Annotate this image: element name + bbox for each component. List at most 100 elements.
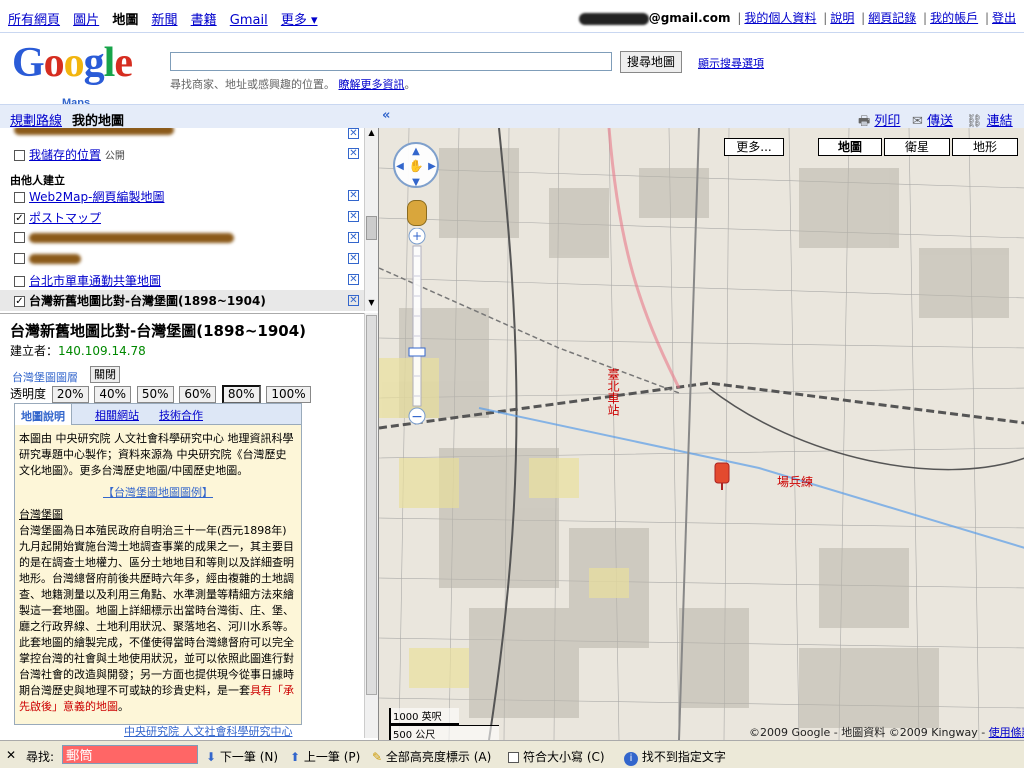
- checkbox-checked[interactable]: ✓: [14, 296, 25, 307]
- send-action[interactable]: ✉ 傳送: [912, 110, 953, 129]
- list-item[interactable]: 台北市單車通勤共筆地圖: [14, 272, 161, 290]
- list-item[interactable]: [14, 251, 81, 269]
- search-input[interactable]: [170, 52, 612, 71]
- checkbox[interactable]: [508, 752, 519, 763]
- institution-link[interactable]: 中央研究院 人文社會科學研究中心: [124, 723, 293, 739]
- tab-tech-cooperation[interactable]: 技術合作: [159, 407, 203, 423]
- nav-images[interactable]: 圖片: [73, 13, 99, 28]
- map-title[interactable]: 台灣新舊地圖比對-台灣堡圖(1898~1904): [29, 294, 266, 308]
- scroll-down-icon[interactable]: ▼: [366, 298, 377, 310]
- zoom-thumb[interactable]: [408, 347, 426, 357]
- email-suffix: @gmail.com: [648, 11, 731, 25]
- scrollbar-thumb[interactable]: [366, 315, 377, 695]
- list-item[interactable]: Web2Map-網頁編製地圖: [14, 188, 164, 206]
- remove-icon[interactable]: ✕: [348, 211, 359, 222]
- remove-icon[interactable]: ✕: [348, 128, 359, 139]
- map-canvas[interactable]: 臺北車站 場兵練 更多... 地圖 衛星 地形 ▲ ▼ ◀ ▶ ✋ + − 10…: [378, 128, 1024, 740]
- checkbox[interactable]: [14, 253, 25, 264]
- opacity-100-button[interactable]: 100%: [266, 386, 311, 403]
- pan-right-icon[interactable]: ▶: [428, 161, 436, 172]
- opacity-40-button[interactable]: 40%: [94, 386, 132, 403]
- list-item[interactable]: [14, 128, 174, 140]
- google-maps-logo[interactable]: Google Maps: [12, 42, 133, 109]
- tab-map-description[interactable]: 地圖說明: [15, 404, 72, 426]
- search-maps-button[interactable]: 搜尋地圖: [620, 51, 683, 73]
- print-link[interactable]: 列印: [874, 114, 900, 129]
- terms-link[interactable]: 使用條款: [989, 726, 1024, 739]
- close-find-icon[interactable]: ✕: [6, 748, 16, 762]
- zoom-in-icon[interactable]: +: [412, 229, 422, 243]
- checkbox[interactable]: [14, 192, 25, 203]
- zoom-slider[interactable]: + −: [407, 228, 427, 428]
- profile-link[interactable]: 我的個人資料: [744, 11, 816, 25]
- pegman-icon[interactable]: [407, 200, 427, 226]
- legend-link[interactable]: 【台灣堡圖地圖圖例】: [19, 485, 297, 501]
- scrollbar-thumb[interactable]: [366, 216, 377, 240]
- highlight-all-button[interactable]: ✎ 全部高亮度標示 (A): [372, 748, 491, 765]
- checkbox-checked[interactable]: ✓: [14, 213, 25, 224]
- pan-control[interactable]: ▲ ▼ ◀ ▶ ✋: [391, 140, 441, 190]
- match-case-toggle[interactable]: 符合大小寫 (C): [508, 748, 605, 765]
- remove-icon[interactable]: ✕: [348, 148, 359, 159]
- nav-books[interactable]: 書籍: [191, 13, 217, 28]
- list-scrollbar[interactable]: ▲ ▼: [364, 128, 378, 311]
- close-layer-button[interactable]: 關閉: [90, 366, 120, 383]
- list-item[interactable]: ✓ ポストマップ: [14, 209, 101, 227]
- account-link[interactable]: 我的帳戶: [930, 11, 978, 25]
- map-link[interactable]: 台北市單車通勤共筆地圖: [29, 274, 161, 288]
- nav-maps[interactable]: 地圖: [112, 13, 138, 28]
- tab-directions[interactable]: 規劃路線: [10, 110, 62, 129]
- description-intro: 本圖由 中央研究院 人文社會科學研究中心 地理資訊科學研究專題中心製作；資料來源…: [19, 432, 294, 477]
- send-link[interactable]: 傳送: [927, 114, 953, 129]
- historic-map-tiles[interactable]: 臺北車站 場兵練: [379, 128, 1024, 740]
- map-type-terrain[interactable]: 地形: [952, 138, 1018, 156]
- nav-news[interactable]: 新聞: [151, 13, 177, 28]
- remove-icon[interactable]: ✕: [348, 232, 359, 243]
- selected-map-row[interactable]: ✓ 台灣新舊地圖比對-台灣堡圖(1898~1904): [0, 290, 364, 311]
- remove-icon[interactable]: ✕: [348, 190, 359, 201]
- nav-more[interactable]: 更多 ▾: [281, 13, 318, 28]
- link-action[interactable]: ⛓ 連結: [966, 110, 1013, 129]
- remove-icon[interactable]: ✕: [348, 253, 359, 264]
- nav-gmail[interactable]: Gmail: [230, 13, 268, 28]
- find-input[interactable]: [62, 745, 198, 764]
- pan-up-icon[interactable]: ▲: [412, 146, 420, 157]
- remove-icon[interactable]: ✕: [348, 295, 359, 306]
- learn-more-link[interactable]: 瞭解更多資訊: [339, 78, 405, 91]
- map-link[interactable]: Web2Map-網頁編製地圖: [29, 190, 164, 204]
- link-link[interactable]: 連結: [987, 114, 1013, 129]
- map-type-map[interactable]: 地圖: [818, 138, 882, 156]
- list-item[interactable]: [14, 230, 234, 248]
- opacity-80-button[interactable]: 80%: [221, 385, 261, 404]
- map-link[interactable]: ポストマップ: [29, 211, 101, 225]
- tab-my-maps[interactable]: 我的地圖: [72, 110, 124, 129]
- history-link[interactable]: 網頁記錄: [868, 11, 916, 25]
- zoom-out-icon[interactable]: −: [411, 409, 423, 425]
- find-next-button[interactable]: ⬇ 下一筆 (N): [206, 748, 278, 765]
- tab-related-sites[interactable]: 相關網站: [95, 407, 139, 423]
- opacity-60-button[interactable]: 60%: [179, 386, 217, 403]
- help-link[interactable]: 說明: [830, 11, 854, 25]
- pan-left-icon[interactable]: ◀: [396, 161, 404, 172]
- pan-down-icon[interactable]: ▼: [412, 177, 420, 188]
- saved-places-row[interactable]: 我儲存的位置 公開: [14, 146, 125, 164]
- checkbox[interactable]: [14, 276, 25, 287]
- body-text: 台灣堡圖為日本殖民政府自明治三十一年(西元1898年)九月起開始實施台灣土地調查…: [19, 524, 294, 697]
- find-prev-button[interactable]: ⬆ 上一筆 (P): [290, 748, 360, 765]
- collapse-panel-button[interactable]: «: [382, 108, 390, 123]
- scroll-up-icon[interactable]: ▲: [366, 128, 377, 140]
- remove-icon[interactable]: ✕: [348, 274, 359, 285]
- checkbox[interactable]: [14, 150, 25, 161]
- creator-ip: 140.109.14.78: [58, 344, 146, 358]
- checkbox[interactable]: [14, 232, 25, 243]
- opacity-20-button[interactable]: 20%: [51, 386, 89, 403]
- saved-places-link[interactable]: 我儲存的位置: [29, 148, 101, 162]
- map-type-satellite[interactable]: 衛星: [884, 138, 950, 156]
- detail-scrollbar[interactable]: [364, 313, 378, 738]
- find-status: i 找不到指定文字: [624, 748, 726, 766]
- signout-link[interactable]: 登出: [992, 11, 1016, 25]
- opacity-50-button[interactable]: 50%: [136, 386, 174, 403]
- nav-web[interactable]: 所有網頁: [8, 13, 60, 28]
- show-search-options-link[interactable]: 顯示搜尋選項: [698, 55, 764, 71]
- more-layers-button[interactable]: 更多...: [724, 138, 784, 156]
